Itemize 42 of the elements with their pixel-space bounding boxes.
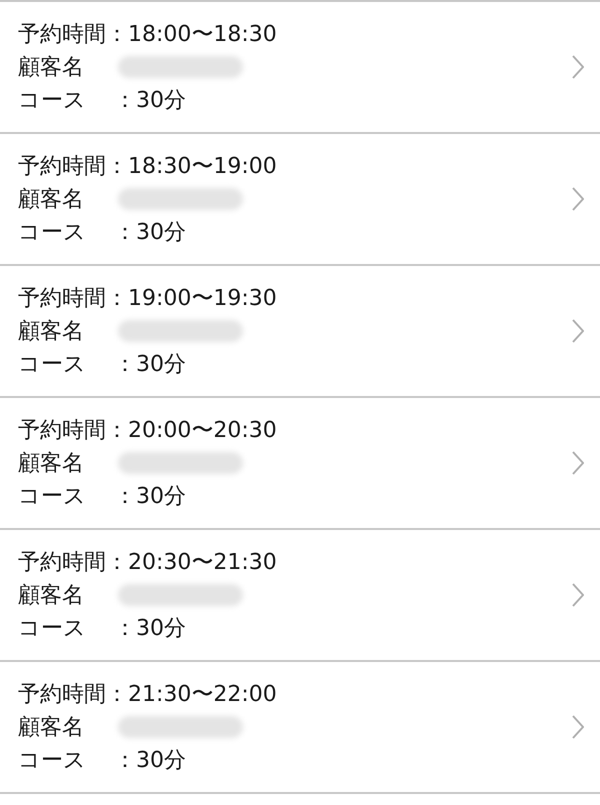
time-label: 予約時間	[18, 680, 106, 708]
reservation-row[interactable]: 予約時間：20:00〜20:30 顧客名 コース ：30分	[0, 398, 600, 530]
chevron-icon	[572, 55, 584, 79]
customer-name-label: 顧客名	[18, 450, 85, 478]
time-value: ：20:30〜21:30	[106, 548, 277, 576]
time-value: ：21:30〜22:00	[106, 680, 277, 708]
chevron-icon	[572, 715, 584, 739]
course-value: ：30分	[114, 482, 186, 510]
reservation-row[interactable]: 予約時間：21:30〜22:00 顧客名 コース ：30分	[0, 662, 600, 794]
course-label: コース	[18, 746, 87, 774]
time-label: 予約時間	[18, 20, 106, 48]
chevron-icon	[572, 187, 584, 211]
chevron-icon	[572, 319, 584, 343]
customer-name-label: 顧客名	[18, 318, 85, 346]
chevron-icon	[572, 451, 584, 475]
time-label: 予約時間	[18, 284, 106, 312]
time-value: ：19:00〜19:30	[106, 284, 277, 312]
reservation-row[interactable]: 予約時間：18:30〜19:00 顧客名 コース ：30分	[0, 134, 600, 266]
reservation-row[interactable]: 予約時間：18:00〜18:30 顧客名 コース ：30分	[0, 2, 600, 134]
time-value: ：18:30〜19:00	[106, 152, 277, 180]
customer-name-label: 顧客名	[18, 54, 85, 82]
time-label: 予約時間	[18, 416, 106, 444]
customer-name-label: 顧客名	[18, 582, 85, 610]
time-label: 予約時間	[18, 152, 106, 180]
customer-name-label: 顧客名	[18, 714, 85, 742]
time-value: ：18:00〜18:30	[106, 20, 277, 48]
course-label: コース	[18, 218, 87, 246]
course-value: ：30分	[114, 746, 186, 774]
course-value: ：30分	[114, 218, 186, 246]
time-label: 予約時間	[18, 548, 106, 576]
customer-name-label: 顧客名	[18, 186, 85, 214]
course-value: ：30分	[114, 614, 186, 642]
course-label: コース	[18, 350, 87, 378]
chevron-icon	[572, 583, 584, 607]
time-value: ：20:00〜20:30	[106, 416, 277, 444]
reservation-row[interactable]: 予約時間：19:00〜19:30 顧客名 コース ：30分	[0, 266, 600, 398]
course-label: コース	[18, 86, 87, 114]
course-value: ：30分	[114, 350, 186, 378]
course-value: ：30分	[114, 86, 186, 114]
course-label: コース	[18, 482, 87, 510]
course-label: コース	[18, 614, 87, 642]
reservation-row[interactable]: 予約時間：20:30〜21:30 顧客名 コース ：30分	[0, 530, 600, 662]
